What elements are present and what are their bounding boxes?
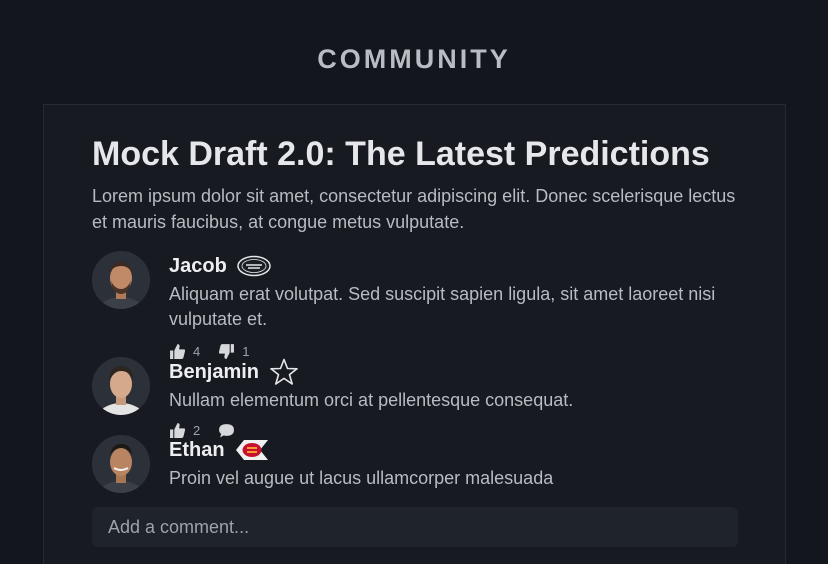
comment-text: Aliquam erat volutpat. Sed suscipit sapi… [169,284,716,329]
avatar[interactable] [92,435,150,493]
comment-author[interactable]: Ethan [169,439,225,462]
add-comment-input[interactable] [92,507,738,547]
post-body: Lorem ipsum dolor sit amet, consectetur … [92,186,736,232]
avatar[interactable] [92,357,150,415]
post-title[interactable]: Mock Draft 2.0: The Latest Predictions [92,135,710,174]
comment-author[interactable]: Jacob [169,255,227,278]
page-header: COMMUNITY [0,0,828,104]
avatar[interactable] [92,251,150,309]
comment-text: Proin vel augue ut lacus ullamcorper mal… [169,468,554,488]
post-card: Mock Draft 2.0: The Latest Predictions L… [43,104,786,564]
comment-item: Benjamin Nullam elementum orci at pellen… [92,357,732,438]
cowboys-star-icon [268,358,300,386]
comment-item: Ethan Proin vel augue ut lacus ullamcorp… [92,435,732,497]
comment-text: Nullam elementum orci at pellentesque co… [169,390,574,410]
comment-item: Jacob Aliquam erat volutpat. Sed suscipi… [92,251,732,359]
jets-logo-icon [236,255,272,277]
chiefs-logo-icon [234,438,270,462]
comment-author[interactable]: Benjamin [169,361,259,384]
page-title: COMMUNITY [317,44,511,74]
